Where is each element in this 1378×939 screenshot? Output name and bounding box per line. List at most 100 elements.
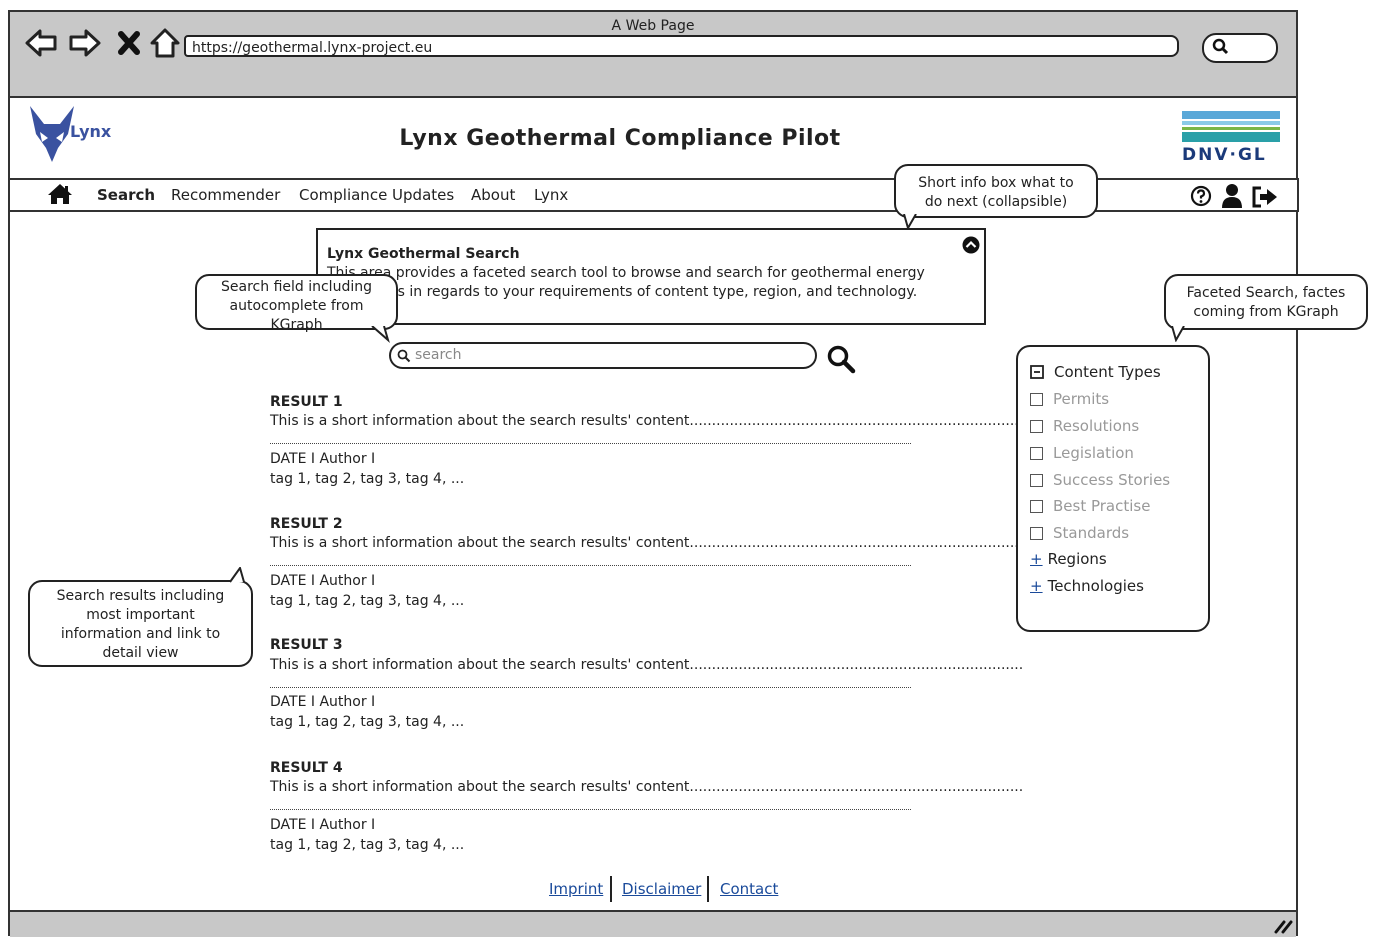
- callout-facets-line: Faceted Search, factes: [1186, 285, 1346, 301]
- result-title[interactable]: RESULT 2: [270, 516, 343, 532]
- callout-results-line: Search results including: [56, 588, 225, 604]
- facet-group-technologies[interactable]: + Technologies: [1030, 577, 1144, 595]
- resize-handle-icon[interactable]: [1272, 916, 1294, 934]
- info-box: Lynx Geothermal Search This area provide…: [316, 228, 986, 325]
- partner-logo: DNV·GL: [1182, 145, 1267, 165]
- result-desc: This is a short information about the se…: [270, 779, 1024, 795]
- nav-recommender[interactable]: Recommender: [171, 186, 280, 204]
- nav-about[interactable]: About: [471, 186, 515, 204]
- search-input[interactable]: search: [389, 342, 817, 369]
- result-tags: tag 1, tag 2, tag 3, tag 4, ...: [270, 471, 465, 487]
- expand-plus-icon[interactable]: +: [1030, 577, 1043, 595]
- callout-results-line: information and link to: [60, 626, 221, 642]
- callout-facets-line: coming from KGraph: [1193, 304, 1339, 320]
- footer-disclaimer-link[interactable]: Disclaimer: [622, 880, 701, 898]
- facet-item-legislation[interactable]: Legislation: [1030, 444, 1134, 462]
- logout-icon[interactable]: [1251, 185, 1279, 209]
- facet-group-regions[interactable]: + Regions: [1030, 550, 1107, 568]
- home-outline-icon[interactable]: [148, 26, 182, 60]
- window-title: A Web Page: [611, 18, 695, 34]
- back-arrow-icon[interactable]: [24, 26, 58, 60]
- footer-separator: [707, 876, 709, 902]
- callout-info-line: Short info box what to: [918, 175, 1074, 191]
- search-icon: [1212, 38, 1229, 55]
- facet-item-resolutions[interactable]: Resolutions: [1030, 417, 1139, 435]
- partner-logo-stripe-3: [1182, 127, 1280, 130]
- facet-group-content-types[interactable]: Content Types: [1030, 363, 1161, 381]
- result-desc: This is a short information about the se…: [270, 413, 1024, 429]
- info-box-title: Lynx Geothermal Search: [327, 246, 520, 262]
- facet-label: Standards: [1053, 524, 1130, 542]
- forward-arrow-icon[interactable]: [68, 26, 102, 60]
- result-divider: [270, 443, 911, 444]
- result-meta: DATE I Author I: [270, 451, 376, 467]
- result-title[interactable]: RESULT 3: [270, 637, 343, 653]
- collapse-icon[interactable]: [962, 236, 980, 254]
- checkbox[interactable]: [1030, 446, 1043, 460]
- search-field-icon: [397, 349, 411, 363]
- partner-logo-stripe-1: [1182, 111, 1280, 119]
- home-icon[interactable]: [47, 183, 73, 205]
- checkbox[interactable]: [1030, 392, 1043, 406]
- minus-box-icon[interactable]: [1030, 365, 1044, 379]
- result-meta: DATE I Author I: [270, 573, 376, 589]
- result-title[interactable]: RESULT 1: [270, 394, 343, 410]
- close-icon[interactable]: [113, 26, 147, 60]
- callout-search-line: autocomplete from: [229, 298, 364, 314]
- callout-search-pointer: [371, 326, 390, 343]
- callout-info: Short info box what to do next (collapsi…: [894, 164, 1098, 218]
- partner-logo-stripe-4: [1182, 132, 1280, 142]
- facet-item-standards[interactable]: Standards: [1030, 524, 1129, 542]
- facet-group-label: Technologies: [1047, 577, 1144, 595]
- result-tags: tag 1, tag 2, tag 3, tag 4, ...: [270, 593, 465, 609]
- checkbox[interactable]: [1030, 499, 1043, 513]
- checkbox[interactable]: [1030, 473, 1043, 487]
- callout-search-line: Search field including: [221, 279, 372, 295]
- result-tags: tag 1, tag 2, tag 3, tag 4, ...: [270, 837, 465, 853]
- callout-results: Search results including most important …: [28, 580, 253, 667]
- facet-item-permits[interactable]: Permits: [1030, 390, 1109, 408]
- result-tags: tag 1, tag 2, tag 3, tag 4, ...: [270, 714, 465, 730]
- facet-label: Resolutions: [1053, 417, 1140, 435]
- url-bar[interactable]: https://geothermal.lynx-project.eu: [184, 35, 1179, 57]
- callout-results-pointer: [229, 567, 245, 583]
- result-divider: [270, 687, 911, 688]
- info-box-text-2: documents in regards to your requirement…: [327, 284, 918, 300]
- facet-item-success-stories[interactable]: Success Stories: [1030, 471, 1170, 489]
- facet-label: Best Practise: [1053, 497, 1151, 515]
- facet-label: Success Stories: [1053, 471, 1171, 489]
- browser-search-box[interactable]: [1202, 33, 1278, 63]
- result-divider: [270, 809, 911, 810]
- expand-plus-icon[interactable]: +: [1030, 550, 1043, 568]
- facet-group-label: Content Types: [1054, 363, 1161, 381]
- facet-group-label: Regions: [1047, 550, 1107, 568]
- callout-results-line: detail view: [102, 645, 179, 661]
- result-meta: DATE I Author I: [270, 817, 376, 833]
- callout-results-line: most important: [86, 607, 195, 623]
- checkbox[interactable]: [1030, 526, 1043, 540]
- user-icon[interactable]: [1221, 183, 1243, 209]
- footer-imprint-link[interactable]: Imprint: [549, 880, 603, 898]
- facet-label: Legislation: [1053, 444, 1134, 462]
- callout-facets: Faceted Search, factes coming from KGrap…: [1164, 274, 1368, 330]
- help-icon[interactable]: [1190, 185, 1212, 207]
- result-meta: DATE I Author I: [270, 694, 376, 710]
- footer-contact-link[interactable]: Contact: [720, 880, 778, 898]
- result-desc: This is a short information about the se…: [270, 657, 1024, 673]
- callout-info-line: do next (collapsible): [924, 194, 1068, 210]
- facet-item-best-practise[interactable]: Best Practise: [1030, 497, 1150, 515]
- info-box-text-1: This area provides a faceted search tool…: [327, 265, 925, 281]
- nav-lynx[interactable]: Lynx: [534, 186, 568, 204]
- page-title: Lynx Geothermal Compliance Pilot: [399, 126, 841, 151]
- checkbox[interactable]: [1030, 419, 1043, 433]
- browser-status-bar: [10, 910, 1296, 937]
- search-button-icon[interactable]: [826, 344, 856, 374]
- result-title[interactable]: RESULT 4: [270, 760, 343, 776]
- search-placeholder: search: [415, 347, 462, 363]
- callout-search: Search field including autocomplete from…: [195, 274, 398, 333]
- result-divider: [270, 565, 911, 566]
- nav-search[interactable]: Search: [97, 186, 155, 204]
- callout-search-line: KGraph: [270, 317, 323, 333]
- nav-compliance-updates[interactable]: Compliance Updates: [299, 186, 454, 204]
- result-desc: This is a short information about the se…: [270, 535, 1024, 551]
